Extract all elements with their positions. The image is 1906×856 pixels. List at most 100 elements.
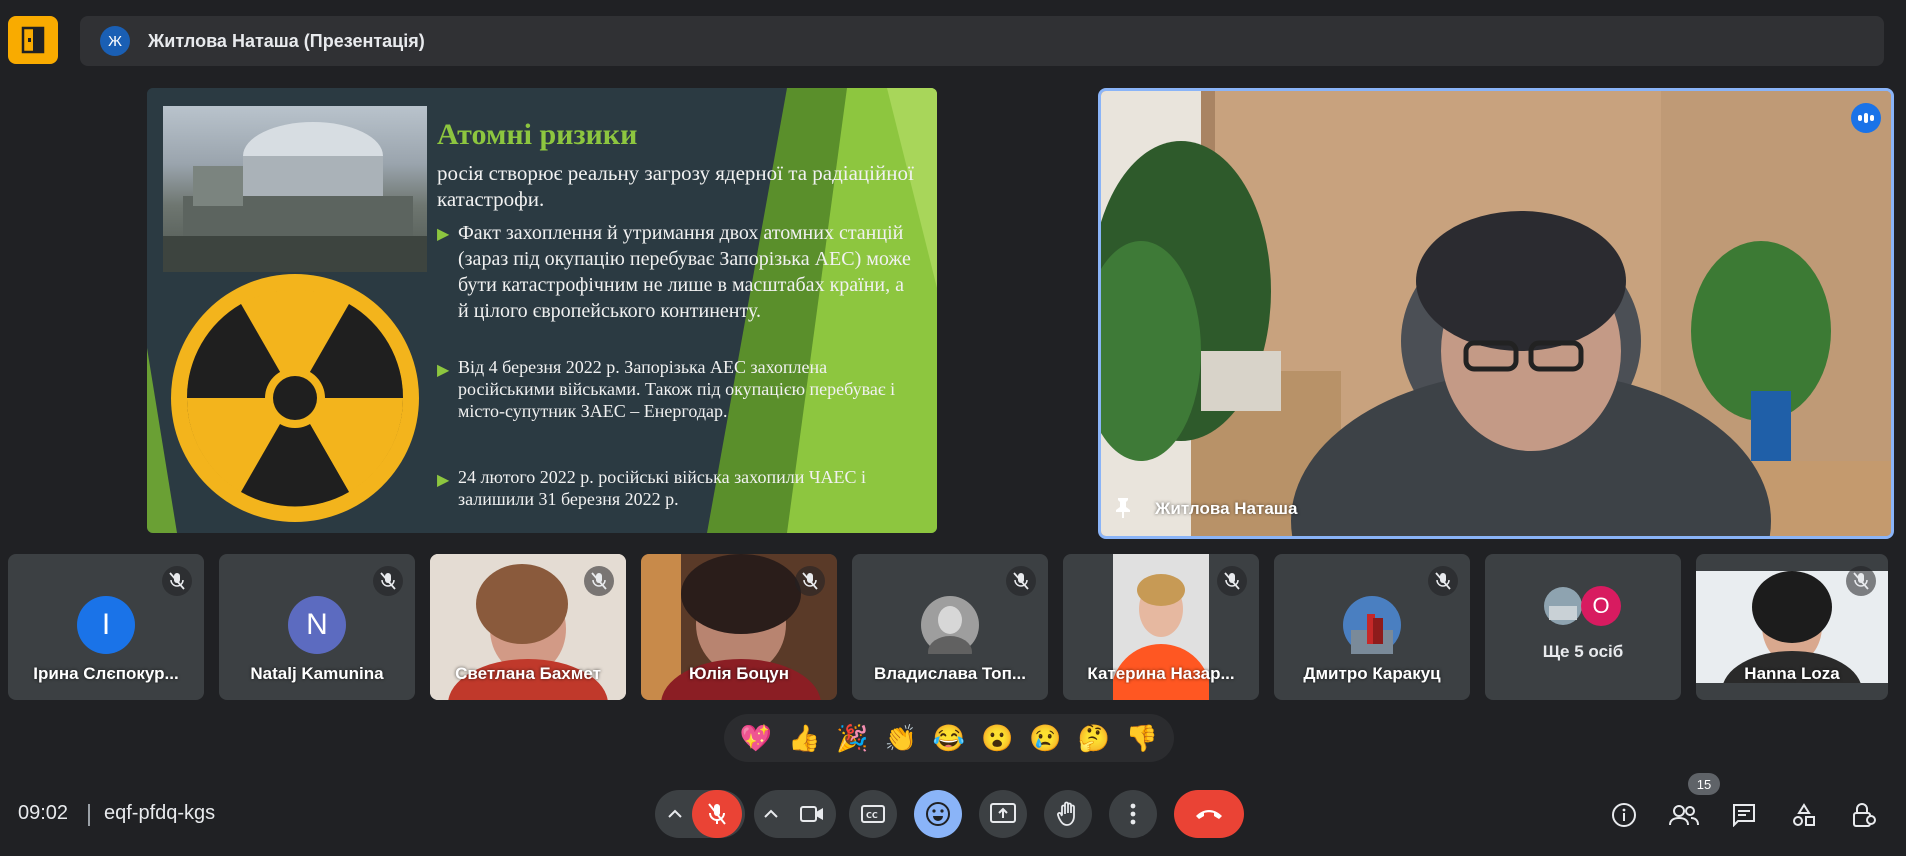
- door-icon: [21, 26, 45, 54]
- camera-toggle-button[interactable]: [788, 790, 836, 838]
- chat-button[interactable]: [1729, 800, 1759, 830]
- pin-icon[interactable]: [1113, 496, 1133, 523]
- mic-off-icon: [708, 803, 726, 825]
- participant-count-badge: 15: [1688, 773, 1720, 795]
- more-vert-icon: [1130, 803, 1136, 825]
- thumbs-down-reaction[interactable]: 👎: [1126, 725, 1158, 751]
- mic-off-icon: [373, 566, 403, 596]
- thumbs-up-reaction[interactable]: 👍: [788, 725, 820, 751]
- participant-name: Юлія Боцун: [688, 664, 790, 683]
- participant-name: Natalj Kamunina: [250, 664, 384, 683]
- bullet-icon: ▶: [437, 360, 450, 379]
- clap-reaction[interactable]: 👏: [885, 725, 917, 751]
- chat-icon: [1733, 804, 1755, 827]
- plant-illustration: [163, 122, 427, 272]
- camera-options-button[interactable]: [754, 790, 788, 838]
- lock-person-icon: [1853, 803, 1876, 827]
- slide-title: Атомні ризики: [437, 118, 638, 151]
- surprised-reaction[interactable]: 😮: [981, 725, 1013, 751]
- presentation-title: Житлова Наташа (Презентація): [148, 30, 425, 51]
- info-icon: [1612, 803, 1636, 827]
- present-button[interactable]: [979, 790, 1027, 838]
- participant-photo: [1544, 587, 1582, 625]
- meeting-details-button[interactable]: [1609, 800, 1639, 830]
- participant-tile[interactable]: Светлана Бахмет: [430, 554, 626, 700]
- presenter-avatar: Ж: [100, 26, 130, 56]
- participant-tile[interactable]: I Ірина Слєпокур...: [8, 554, 204, 700]
- participant-name: Дмитро Каракуц: [1303, 664, 1441, 683]
- participant-tile[interactable]: Дмитро Каракуц: [1274, 554, 1470, 700]
- activities-icon: [1793, 803, 1815, 826]
- mic-off-icon: [1006, 566, 1036, 596]
- emoji-icon: [926, 802, 950, 826]
- svg-text:CC: CC: [866, 811, 878, 820]
- activities-button[interactable]: [1789, 800, 1819, 830]
- participant-tile[interactable]: N Natalj Kamunina: [219, 554, 415, 700]
- slide-bullet-3: 24 лютого 2022 р. російські війська захо…: [458, 467, 867, 509]
- speaker-video-frame: [1101, 91, 1891, 536]
- slide-bullet-1: Факт захоплення й утримання двох атомних…: [458, 222, 911, 322]
- reactions-button[interactable]: [914, 790, 962, 838]
- reactions-bar: 💖 👍 🎉 👏 😂 😮 😢 🤔 👎: [724, 714, 1174, 762]
- chevron-up-icon: [764, 809, 778, 818]
- participant-avatar: N: [288, 596, 346, 654]
- meeting-time: 09:02: [18, 802, 69, 824]
- more-participants-label: Ще 5 осіб: [1542, 642, 1624, 661]
- meet-home-button[interactable]: [8, 16, 58, 64]
- chernobyl-photo: [163, 106, 427, 272]
- end-call-icon: [1196, 810, 1222, 819]
- thinking-reaction[interactable]: 🤔: [1077, 725, 1109, 751]
- participant-name: Ірина Слєпокур...: [33, 664, 179, 683]
- participant-tile[interactable]: Hanna Loza: [1696, 554, 1888, 700]
- party-reaction[interactable]: 🎉: [836, 725, 868, 751]
- slide-bullet-2: Від 4 березня 2022 р. Запорізька АЕС зах…: [458, 357, 896, 421]
- participant-tile[interactable]: Юлія Боцун: [641, 554, 837, 700]
- presentation-bar[interactable]: Ж Житлова Наташа (Презентація): [80, 16, 1884, 66]
- mic-options-button[interactable]: [658, 790, 692, 838]
- people-icon: [1669, 805, 1699, 826]
- mic-off-icon: [584, 566, 614, 596]
- camera-control-group: [754, 790, 836, 838]
- participant-name: Hanna Loza: [1744, 664, 1840, 683]
- host-controls-button[interactable]: [1849, 800, 1879, 830]
- bullet-icon: ▶: [437, 470, 450, 489]
- hand-icon: [1057, 801, 1075, 826]
- main-speaker-video[interactable]: Житлова Наташа: [1098, 88, 1894, 539]
- slide-intro: росія створює реальну загрозу ядерної та…: [437, 161, 914, 211]
- mic-off-icon: [1846, 566, 1876, 596]
- participant-photo: [1343, 596, 1401, 654]
- participant-name: Катерина Назар...: [1087, 664, 1235, 683]
- main-speaker-name: Житлова Наташа: [1155, 499, 1298, 518]
- leave-call-button[interactable]: [1174, 790, 1244, 838]
- laugh-reaction[interactable]: 😂: [933, 725, 965, 751]
- more-options-button[interactable]: [1109, 790, 1157, 838]
- more-participants-tile[interactable]: O Ще 5 осіб: [1485, 554, 1681, 700]
- mic-off-icon: [795, 566, 825, 596]
- heart-reaction[interactable]: 💖: [740, 725, 772, 751]
- presentation-slide: Атомні ризики росія створює реальну загр…: [147, 88, 937, 533]
- captions-button[interactable]: CC: [849, 790, 897, 838]
- participant-photo: [921, 596, 979, 654]
- present-screen-icon: [990, 803, 1016, 823]
- mic-off-icon: [1217, 566, 1247, 596]
- chevron-up-icon: [668, 809, 682, 818]
- mic-control-group: [655, 790, 745, 838]
- meeting-code: eqf-pfdq-kgs: [104, 802, 216, 824]
- participant-name: Владислава Топ...: [873, 664, 1027, 683]
- participant-tile[interactable]: Катерина Назар...: [1063, 554, 1259, 700]
- bullet-icon: ▶: [437, 224, 450, 243]
- participant-tile[interactable]: Владислава Топ...: [852, 554, 1048, 700]
- participant-avatar: I: [77, 596, 135, 654]
- participant-name: Светлана Бахмет: [455, 664, 601, 683]
- mic-off-icon: [1428, 566, 1458, 596]
- camera-icon: [800, 806, 823, 822]
- mic-off-icon: [162, 566, 192, 596]
- sad-reaction[interactable]: 😢: [1029, 725, 1061, 751]
- mic-toggle-button[interactable]: [692, 790, 742, 838]
- divider: [88, 804, 90, 826]
- raise-hand-button[interactable]: [1044, 790, 1092, 838]
- people-button[interactable]: [1669, 800, 1699, 830]
- speaking-indicator-icon: [1851, 103, 1881, 133]
- radiation-symbol: [171, 274, 419, 522]
- captions-icon: CC: [861, 805, 885, 823]
